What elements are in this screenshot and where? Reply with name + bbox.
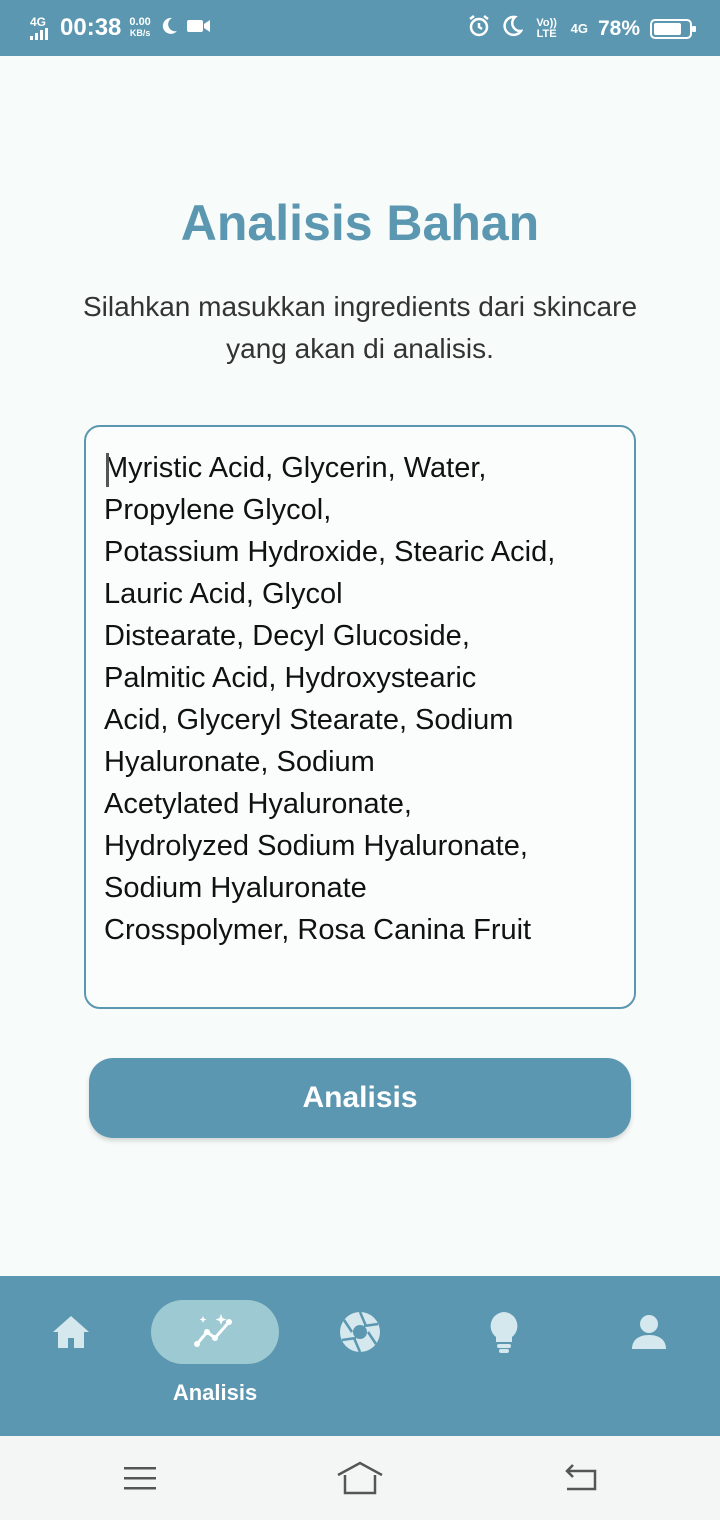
nav-tips[interactable] [440, 1276, 568, 1436]
nav-label-analisis: Analisis [172, 1380, 258, 1405]
battery-icon [650, 18, 696, 39]
video-icon [186, 18, 211, 39]
moon-icon [501, 15, 524, 42]
speed-unit: KB/s [129, 28, 151, 38]
status-left: 4G 00:38 0.00 KB/s [30, 14, 211, 42]
ingredients-input[interactable]: Myristic Acid, Glycerin, Water, Propylen… [84, 425, 636, 1009]
bottom-nav: Analisis [0, 1276, 720, 1436]
analyze-button[interactable]: Analisis [89, 1058, 631, 1138]
volte-indicator: Vo)) LTE [536, 16, 557, 40]
nav-home[interactable] [7, 1276, 135, 1436]
nav-camera[interactable] [296, 1276, 424, 1436]
system-nav-bar [0, 1436, 720, 1520]
back-icon[interactable] [550, 1450, 610, 1506]
status-right: Vo)) LTE 4G 78% [467, 14, 696, 43]
home-icon [7, 1300, 135, 1364]
nav-analisis[interactable]: Analisis [151, 1276, 279, 1436]
page-subtitle: Silahkan masukkan ingredients dari skinc… [82, 291, 638, 364]
network-type-right: 4G [570, 21, 588, 36]
camera-shutter-icon [296, 1300, 424, 1364]
menu-icon[interactable] [110, 1450, 170, 1506]
ingredients-text[interactable]: Myristic Acid, Glycerin, Water, Propylen… [104, 447, 616, 951]
nav-profile[interactable] [585, 1276, 713, 1436]
network-type: 4G [30, 15, 47, 29]
moon-icon [159, 16, 179, 41]
signal-icon: 4G [30, 16, 52, 40]
analysis-icon [151, 1300, 279, 1364]
speed-value: 0.00 [129, 16, 151, 28]
page-title: Analisis Bahan [180, 195, 540, 251]
home-outline-icon[interactable] [330, 1450, 390, 1506]
lightbulb-icon [440, 1300, 568, 1364]
alarm-icon [467, 14, 491, 43]
network-speed: 0.00 KB/s [129, 17, 150, 39]
status-bar: 4G 00:38 0.00 KB/s Vo)) LTE 4G 78% [0, 0, 720, 56]
profile-icon [585, 1300, 713, 1364]
battery-percent: 78% [597, 16, 640, 40]
clock: 00:38 [60, 14, 122, 41]
text-caret [106, 453, 109, 487]
